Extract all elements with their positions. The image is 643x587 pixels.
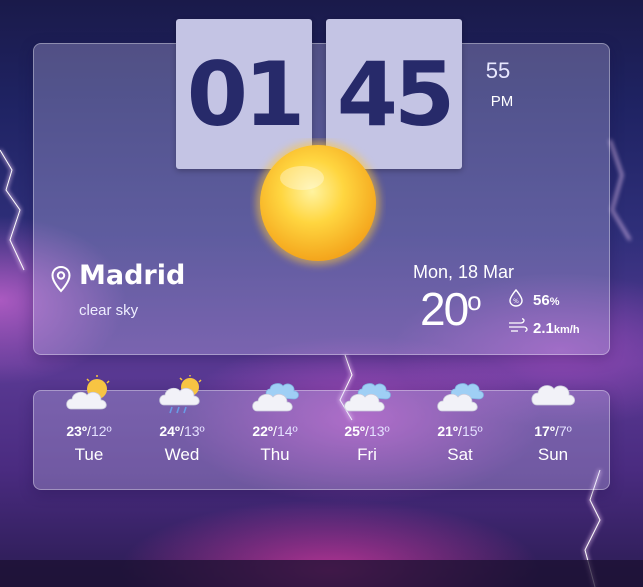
forecast-day-label: Thu — [260, 445, 290, 464]
forecast-low: 14º — [276, 423, 298, 439]
humidity-value: 56 — [533, 292, 550, 309]
city-name: Madrid — [79, 260, 186, 291]
humidity-icon: % — [509, 289, 523, 307]
wind-readout: 2.1km/h — [533, 320, 580, 337]
sun-icon — [256, 141, 380, 265]
humidity-readout: 56% — [533, 292, 559, 309]
current-date: Mon, 18 Mar — [413, 262, 515, 282]
wind-value: 2.1 — [533, 320, 554, 337]
forecast-day-sat: 21º/15º Sat — [420, 375, 500, 465]
forecast-day-thu: 22º/14º Thu — [235, 375, 315, 465]
clouds-icon — [252, 383, 299, 412]
clouds-icon — [437, 383, 484, 412]
forecast-day-label: Fri — [357, 445, 377, 464]
partly-cloudy-icon — [66, 375, 110, 410]
weather-condition: clear sky — [79, 302, 139, 319]
forecast-high: 22º — [252, 423, 274, 439]
clock-seconds: 55 — [485, 58, 511, 83]
svg-text:%: % — [513, 298, 519, 305]
wind-unit: km/h — [553, 324, 580, 336]
forecast-day-wed: 24º/13º Wed — [142, 375, 222, 465]
forecast-day-label: Sun — [537, 445, 569, 464]
location-pin-icon — [51, 265, 71, 293]
degree-symbol: o — [467, 286, 482, 316]
forecast-day-fri: 25º/13º Fri — [327, 375, 407, 465]
forecast-low: 7º — [558, 423, 572, 439]
current-temperature: 20o — [420, 282, 482, 336]
forecast-high: 24º — [159, 423, 181, 439]
clock-period: PM — [490, 93, 514, 110]
forecast-day-label: Tue — [74, 445, 104, 464]
forecast-low: 13º — [183, 423, 205, 439]
forecast-high: 17º — [534, 423, 555, 439]
forecast-low: 12º — [90, 423, 112, 439]
sun-rain-cloud-icon — [159, 375, 202, 414]
temperature-value: 20 — [420, 283, 469, 335]
forecast-day-label: Sat — [447, 445, 473, 464]
forecast-day-sun: 17º/7º Sun — [513, 375, 593, 465]
forecast-low: 13º — [368, 423, 390, 439]
cloud-icon — [531, 385, 576, 406]
forecast-high: 21º — [437, 423, 459, 439]
forecast-low: 15º — [461, 423, 483, 439]
humidity-unit: % — [549, 296, 560, 308]
forecast-day-label: Wed — [164, 445, 200, 464]
clouds-icon — [344, 383, 391, 412]
wind-icon — [509, 318, 528, 332]
forecast-day-tue: 23º/12º Tue — [49, 375, 129, 465]
forecast-high: 25º — [344, 423, 366, 439]
forecast-high: 23º — [66, 423, 88, 439]
